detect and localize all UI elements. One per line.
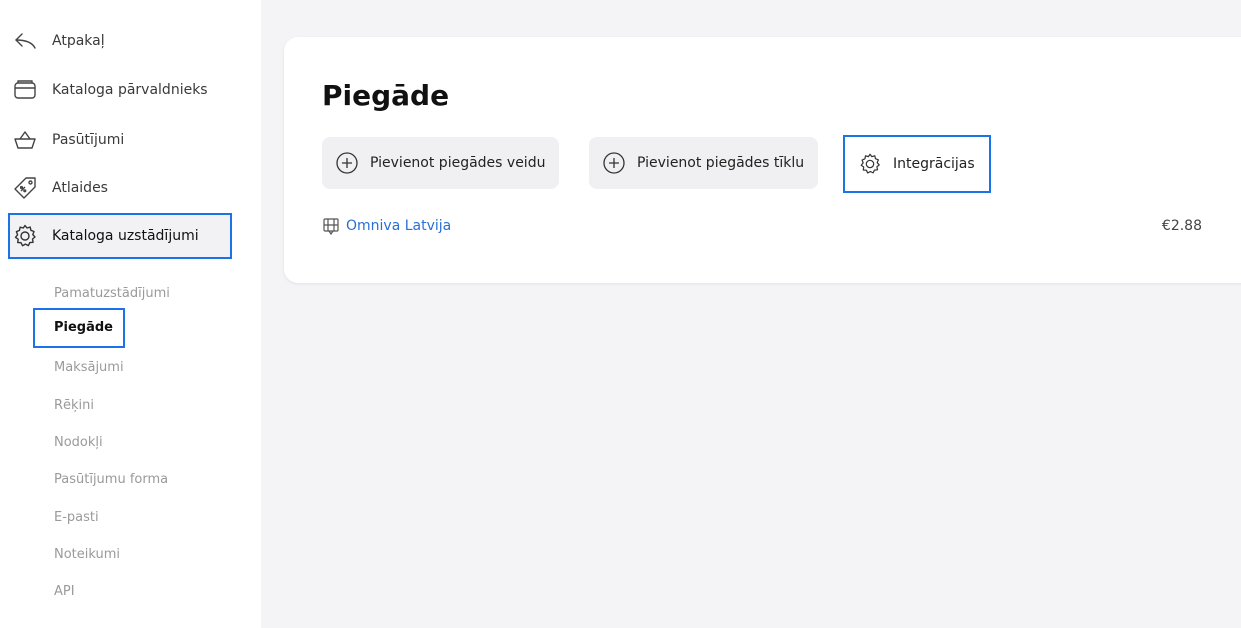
sub-item-order-form[interactable]: Pasūtījumu forma (54, 469, 168, 491)
sub-item-basic-settings[interactable]: Pamatuzstādījumi (54, 283, 170, 305)
back-link[interactable]: Atpakaļ (10, 18, 260, 64)
delivery-method-price: €2.88 (1161, 218, 1202, 234)
sidebar: Atpakaļ Kataloga pārvaldnieks Pasūtījumi (0, 0, 261, 628)
gear-icon (857, 151, 883, 177)
delivery-method-row: Omniva Latvija €2.88 (322, 215, 1202, 237)
sub-item-api[interactable]: API (54, 581, 75, 603)
basket-icon (10, 125, 40, 155)
sub-item-delivery[interactable]: Piegāde (33, 308, 126, 348)
delivery-method-name[interactable]: Omniva Latvija (346, 218, 451, 234)
sub-item-terms[interactable]: Noteikumi (54, 544, 120, 566)
back-label: Atpakaļ (52, 33, 105, 49)
integrations-label: Integrācijas (893, 156, 975, 172)
sidebar-item-label: Kataloga uzstādījumi (52, 228, 199, 244)
sidebar-item-label: Kataloga pārvaldnieks (52, 82, 208, 98)
page-title: Piegāde (322, 79, 450, 112)
sidebar-item-discounts[interactable]: Atlaides (10, 165, 260, 211)
sidebar-item-orders[interactable]: Pasūtījumi (10, 117, 260, 163)
plus-circle-icon (601, 150, 627, 176)
sidebar-item-catalog-settings[interactable]: Kataloga uzstādījumi (8, 213, 232, 259)
main-content: Piegāde Pievienot piegādes veidu Pievien… (261, 0, 1241, 628)
folder-icon (10, 75, 40, 105)
sidebar-item-catalog-manager[interactable]: Kataloga pārvaldnieks (10, 67, 260, 113)
add-delivery-network-button[interactable]: Pievienot piegādes tīklu (589, 137, 819, 189)
sub-item-emails[interactable]: E-pasti (54, 507, 99, 529)
add-delivery-type-button[interactable]: Pievienot piegādes veidu (322, 137, 560, 189)
integrations-button[interactable]: Integrācijas (843, 135, 991, 193)
discount-tag-icon (10, 173, 40, 203)
sub-item-payments[interactable]: Maksājumi (54, 357, 124, 379)
sub-item-invoices[interactable]: Rēķini (54, 395, 94, 417)
gear-icon (10, 221, 40, 251)
arrow-back-icon (10, 26, 40, 56)
delivery-card: Piegāde Pievienot piegādes veidu Pievien… (284, 37, 1241, 283)
add-delivery-network-label: Pievienot piegādes tīklu (637, 155, 805, 171)
plus-circle-icon (334, 150, 360, 176)
sidebar-item-label: Pasūtījumi (52, 132, 125, 148)
add-delivery-type-label: Pievienot piegādes veidu (370, 155, 546, 171)
parcel-locker-icon (322, 217, 340, 235)
sub-item-taxes[interactable]: Nodokļi (54, 432, 103, 454)
sidebar-item-label: Atlaides (52, 180, 108, 196)
